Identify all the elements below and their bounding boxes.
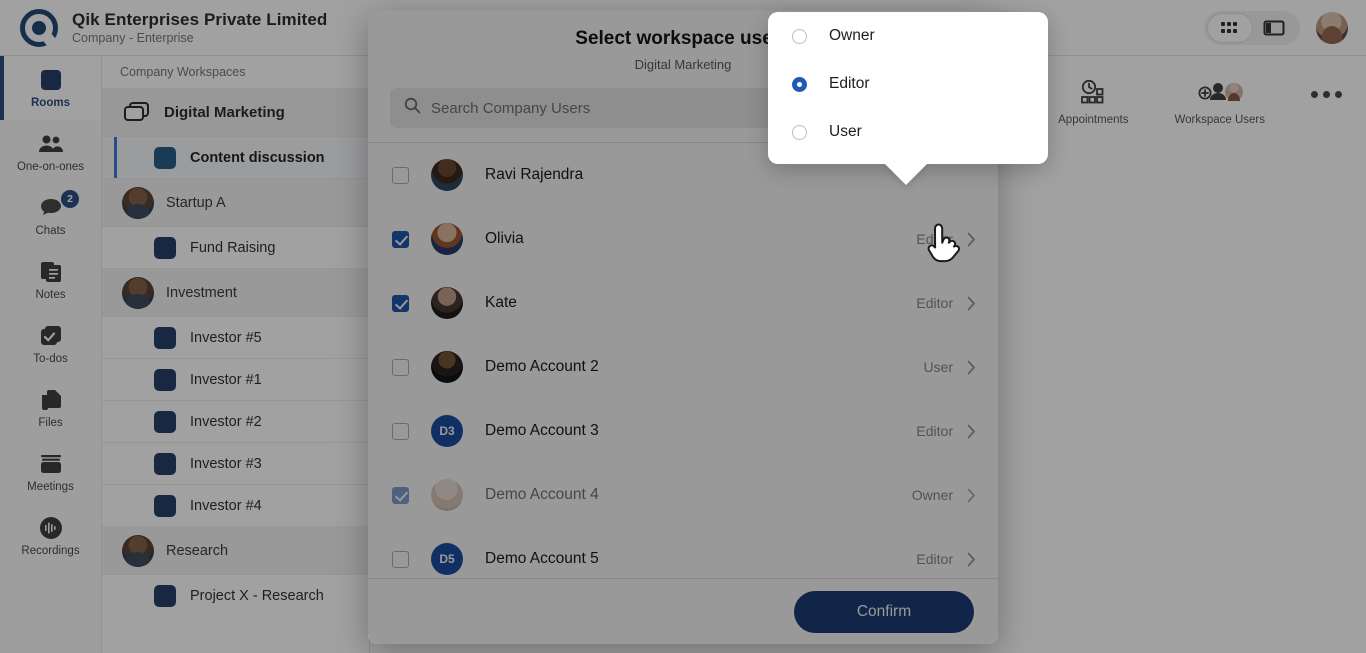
user-checkbox[interactable]	[392, 230, 409, 248]
user-name: Demo Account 2	[485, 358, 599, 375]
user-checkbox[interactable]	[392, 486, 409, 504]
radio-icon[interactable]	[792, 124, 807, 140]
user-role: Editor	[916, 423, 953, 439]
avatar	[431, 287, 463, 319]
list-item[interactable]: D5 Demo Account 5 Editor	[368, 527, 998, 578]
search-icon	[404, 97, 421, 119]
role-option-editor[interactable]: Editor	[768, 60, 1048, 108]
user-role-area[interactable]: User	[923, 359, 976, 375]
user-name: Demo Account 4	[485, 486, 599, 503]
popover-tail	[884, 163, 928, 185]
list-item[interactable]: D3 Demo Account 3 Editor	[368, 399, 998, 463]
radio-icon-selected[interactable]	[792, 76, 807, 92]
user-role: Owner	[911, 487, 953, 503]
user-name: Kate	[485, 294, 517, 311]
user-name: Olivia	[485, 230, 524, 247]
user-role-area[interactable]: Editor	[916, 423, 976, 439]
chevron-right-icon[interactable]	[967, 360, 976, 375]
user-role: Editor	[916, 295, 953, 311]
user-role: Editor	[916, 551, 953, 567]
user-name: Demo Account 5	[485, 550, 599, 567]
confirm-button[interactable]: Confirm	[794, 590, 974, 633]
list-item[interactable]: Kate Editor	[368, 271, 998, 335]
user-name: Ravi Rajendra	[485, 166, 584, 183]
user-checkbox[interactable]	[392, 166, 409, 184]
user-role-area[interactable]: Editor	[916, 295, 976, 311]
chevron-right-icon[interactable]	[967, 296, 976, 311]
role-dropdown-popover[interactable]: Owner Editor User	[768, 12, 1048, 164]
chevron-right-icon[interactable]	[967, 424, 976, 439]
list-item[interactable]: Demo Account 2 User	[368, 335, 998, 399]
chevron-right-icon[interactable]	[967, 232, 976, 247]
avatar	[431, 351, 463, 383]
user-role-area[interactable]: Editor	[916, 231, 976, 247]
app-root: Qik Enterprises Private Limited Company …	[0, 0, 1366, 653]
chevron-right-icon[interactable]	[967, 552, 976, 567]
user-checkbox[interactable]	[392, 550, 409, 568]
user-role: Editor	[916, 231, 953, 247]
user-role: User	[923, 359, 953, 375]
user-name: Demo Account 3	[485, 422, 599, 439]
user-list[interactable]: Ravi Rajendra Olivia Editor Kate Editor …	[368, 142, 998, 578]
user-checkbox[interactable]	[392, 422, 409, 440]
user-checkbox[interactable]	[392, 358, 409, 376]
role-option-user[interactable]: User	[768, 108, 1048, 156]
avatar: D5	[431, 543, 463, 575]
avatar	[431, 159, 463, 191]
user-checkbox[interactable]	[392, 294, 409, 312]
list-item[interactable]: Demo Account 4 Owner	[368, 463, 998, 527]
list-item[interactable]: Olivia Editor	[368, 207, 998, 271]
user-role-area[interactable]: Owner	[912, 487, 976, 503]
radio-icon[interactable]	[792, 28, 807, 44]
avatar	[431, 479, 463, 511]
chevron-right-icon[interactable]	[967, 488, 976, 503]
modal-footer: Confirm	[368, 578, 998, 644]
avatar	[431, 223, 463, 255]
role-option-label: User	[829, 123, 862, 140]
role-option-label: Owner	[829, 27, 875, 44]
role-option-label: Editor	[829, 75, 870, 92]
role-option-owner[interactable]: Owner	[768, 12, 1048, 60]
user-role-area[interactable]: Editor	[916, 551, 976, 567]
avatar: D3	[431, 415, 463, 447]
